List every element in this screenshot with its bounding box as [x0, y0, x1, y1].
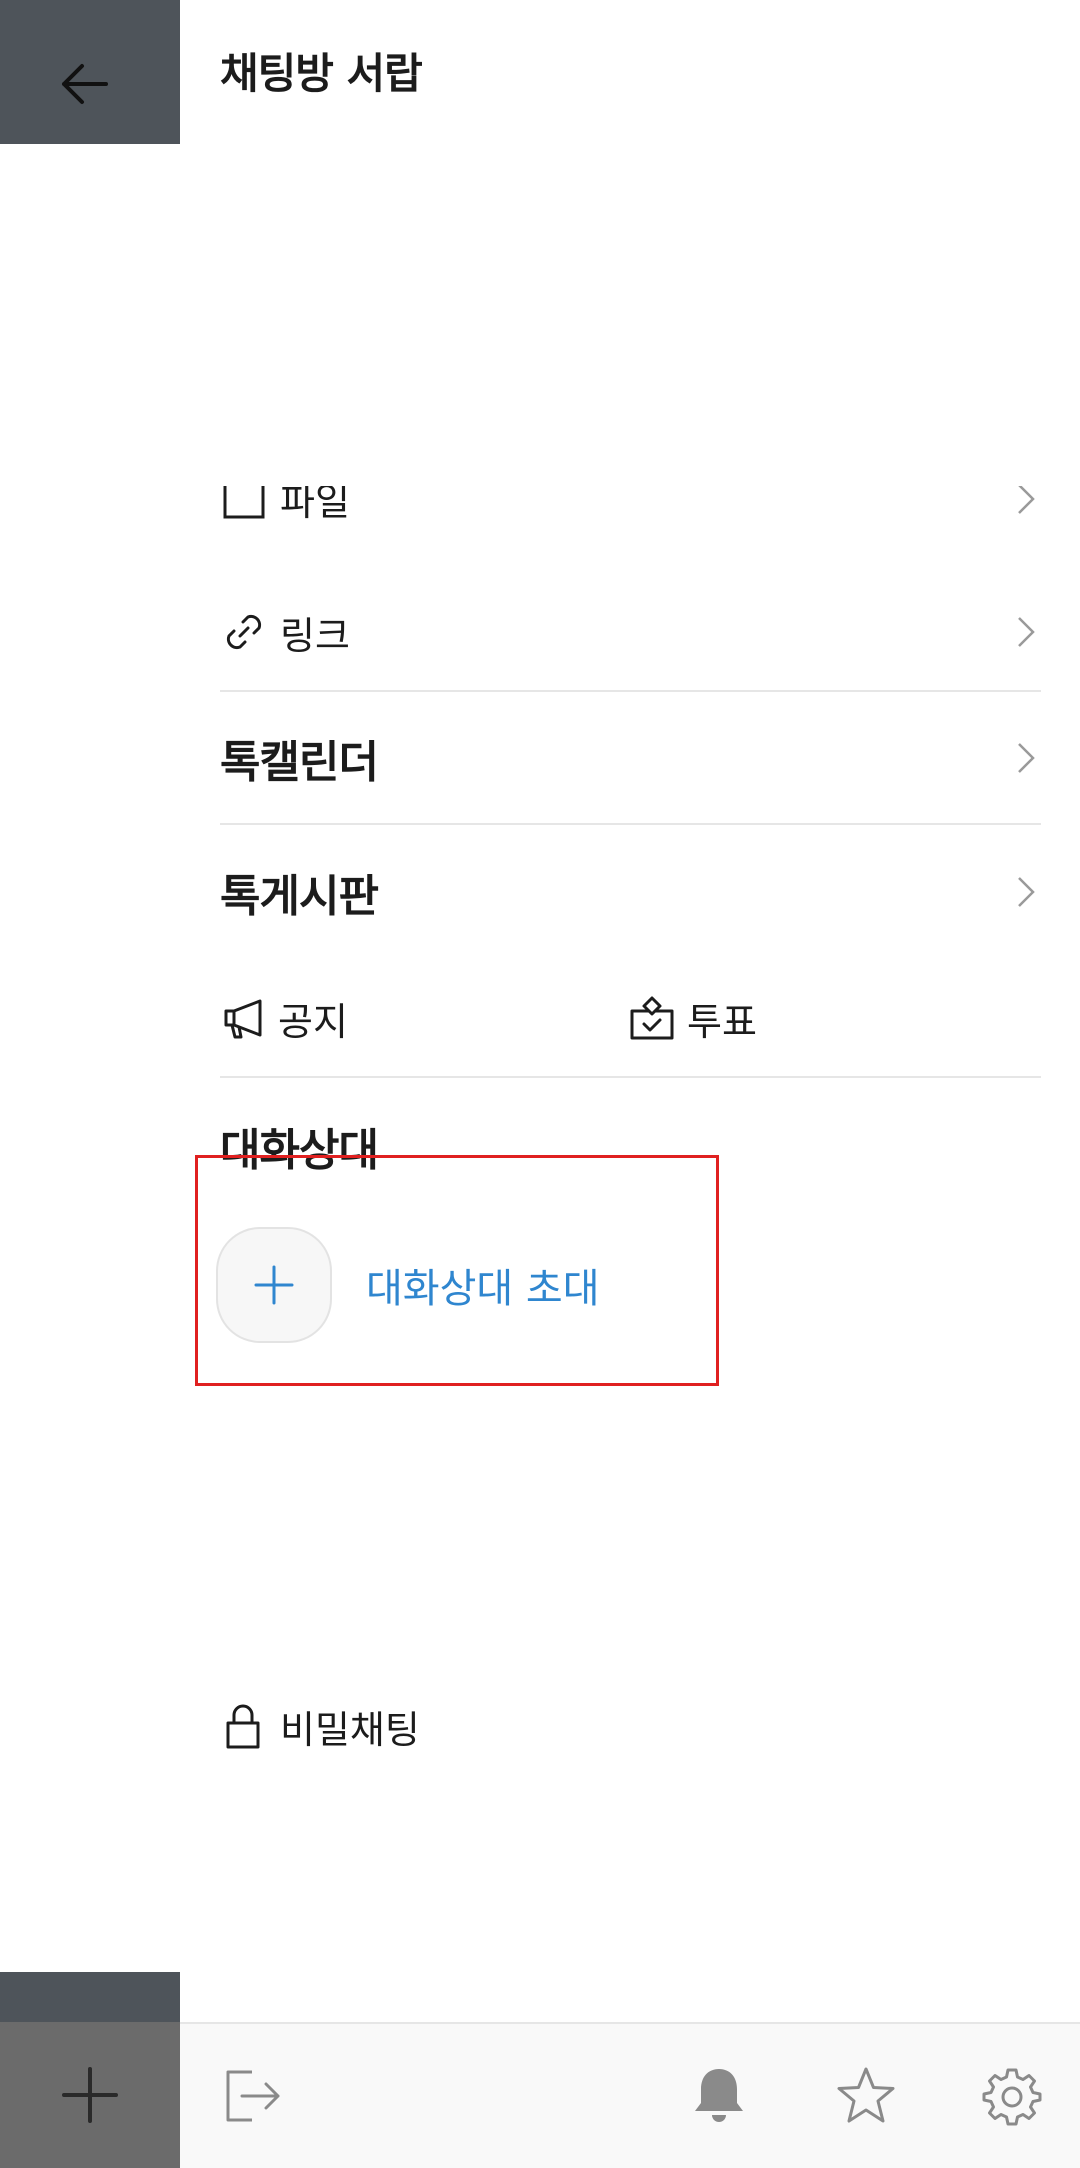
secret-chat-button[interactable]: 비밀채팅 [220, 1696, 420, 1756]
chevron-right-icon [1011, 486, 1041, 519]
ballot-box-icon [630, 996, 674, 1040]
drawer-item-label: 톡캘린더 [220, 737, 379, 788]
compose-plus-button[interactable] [0, 2022, 180, 2168]
drawer-item-link[interactable]: 링크 [220, 602, 1041, 662]
drawer-item-talk-calendar[interactable]: 톡캘린더 [220, 728, 1041, 788]
notice-button[interactable]: 공지 [220, 988, 348, 1048]
plus-icon [62, 2067, 118, 2123]
gear-icon [982, 2068, 1042, 2126]
drawer-item-talk-board[interactable]: 톡게시판 [220, 862, 1041, 922]
settings-button[interactable] [980, 2064, 1044, 2128]
divider [220, 823, 1041, 825]
invite-member-label: 대화상대 초대 [366, 1266, 600, 1312]
chat-background [0, 0, 180, 2168]
chevron-right-icon [1011, 738, 1041, 778]
drawer-item-label: 링크 [280, 613, 350, 658]
divider [220, 690, 1041, 692]
folder-icon [220, 486, 268, 523]
link-icon [220, 608, 268, 656]
divider [220, 1076, 1041, 1078]
drawer-item-label: 톡게시판 [220, 871, 379, 922]
exit-icon [226, 2070, 280, 2122]
invite-plus-avatar [216, 1227, 332, 1343]
board-shortcuts: 공지 투표 [220, 988, 1041, 1048]
lock-icon [226, 1704, 260, 1749]
chat-drawer-panel: 채팅방 서랍 파일 링크 톡캘린더 톡게시판 공지 투표 대화상대 대화상대 초… [180, 0, 1080, 2168]
invite-member-button[interactable]: 대화상대 초대 [216, 1226, 600, 1344]
chat-input-dimmed [0, 1972, 180, 2022]
vote-button[interactable]: 투표 [629, 988, 757, 1048]
drawer-item-label: 파일 [280, 486, 350, 524]
drawer-title: 채팅방 서랍 [220, 49, 423, 98]
drawer-footer [180, 2022, 1080, 2168]
notice-label: 공지 [278, 999, 348, 1044]
chevron-right-icon [1011, 872, 1041, 912]
plus-icon [254, 1265, 294, 1305]
leave-chat-button[interactable] [216, 2064, 288, 2128]
back-button[interactable] [50, 50, 118, 118]
notification-button[interactable] [687, 2064, 751, 2128]
favorite-button[interactable] [834, 2064, 898, 2128]
chat-header-dimmed [0, 0, 180, 144]
arrow-left-icon [62, 64, 108, 104]
bell-icon [695, 2069, 743, 2122]
secret-chat-label: 비밀채팅 [280, 1707, 420, 1752]
vote-label: 투표 [687, 999, 757, 1044]
chevron-right-icon [1011, 612, 1041, 652]
megaphone-icon [224, 999, 262, 1039]
star-icon [837, 2067, 895, 2123]
drawer-item-file[interactable]: 파일 [220, 486, 1041, 536]
